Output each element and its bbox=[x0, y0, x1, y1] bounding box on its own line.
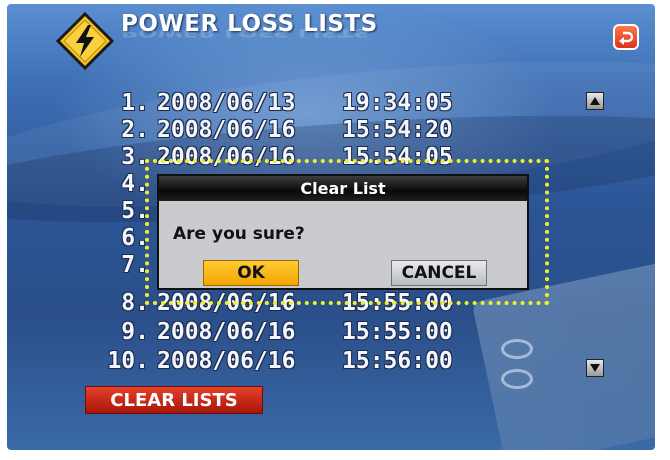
list-item[interactable]: 10. 2008/06/16 15:56:00 bbox=[99, 348, 452, 378]
scroll-up-icon bbox=[590, 97, 600, 105]
list-item[interactable]: 5. bbox=[99, 198, 149, 228]
header: POWER LOSS LISTS POWER LOSS LISTS bbox=[7, 4, 655, 71]
list-item-index: 5. bbox=[121, 198, 149, 224]
lightning-warning-icon bbox=[55, 11, 115, 74]
list-item-time: 15:56:00 bbox=[342, 348, 453, 374]
list-item-index: 10. bbox=[107, 348, 149, 374]
clear-lists-button[interactable]: CLEAR LISTS bbox=[85, 386, 263, 414]
ok-button[interactable]: OK bbox=[203, 260, 299, 286]
list-item-date: 2008/06/16 bbox=[157, 319, 296, 345]
list-item[interactable]: 8. 2008/06/16 15:55:00 bbox=[99, 290, 452, 320]
cancel-button[interactable]: CANCEL bbox=[391, 260, 487, 286]
notebook-ring bbox=[501, 369, 533, 389]
list-item-index: 8. bbox=[121, 290, 149, 316]
dialog-title: Clear List bbox=[159, 176, 527, 201]
back-button[interactable] bbox=[613, 24, 639, 50]
list-item[interactable]: 2. 2008/06/16 15:54:20 bbox=[99, 117, 452, 147]
list-item[interactable]: 4. bbox=[99, 171, 149, 201]
clear-list-dialog: Clear List Are you sure? OK CANCEL bbox=[157, 174, 529, 290]
list-item-index: 7. bbox=[121, 252, 149, 278]
list-item-date: 2008/06/16 bbox=[157, 348, 296, 374]
list-item-index: 4. bbox=[121, 171, 149, 197]
list-item-time: 15:54:20 bbox=[342, 117, 453, 143]
list-item-index: 3. bbox=[121, 144, 149, 170]
back-arrow-icon bbox=[619, 31, 634, 45]
list-item[interactable]: 7. bbox=[99, 252, 149, 282]
dialog-question: Are you sure? bbox=[173, 224, 305, 244]
list-item-index: 9. bbox=[121, 319, 149, 345]
scroll-up-button[interactable] bbox=[586, 92, 604, 110]
list-item[interactable]: 1. 2008/06/13 19:34:05 bbox=[99, 90, 452, 120]
list-item-time: 19:34:05 bbox=[342, 90, 453, 116]
screen: POWER LOSS LISTS POWER LOSS LISTS 1. 200… bbox=[7, 4, 655, 450]
list-item-index: 2. bbox=[121, 117, 149, 143]
list-item[interactable]: 6. bbox=[99, 225, 149, 255]
list-item[interactable]: 3. 2008/06/16 15:54:05 bbox=[99, 144, 452, 174]
list-item-date: 2008/06/16 bbox=[157, 117, 296, 143]
page-title-reflection: POWER LOSS LISTS bbox=[121, 26, 370, 39]
scroll-down-icon bbox=[590, 364, 600, 372]
scroll-down-button[interactable] bbox=[586, 359, 604, 377]
list-item-date: 2008/06/13 bbox=[157, 90, 296, 116]
list-item-index: 6. bbox=[121, 225, 149, 251]
list-item-index: 1. bbox=[121, 90, 149, 116]
list-item[interactable]: 9. 2008/06/16 15:55:00 bbox=[99, 319, 452, 349]
notebook-ring bbox=[501, 339, 533, 359]
list-item-time: 15:55:00 bbox=[342, 319, 453, 345]
